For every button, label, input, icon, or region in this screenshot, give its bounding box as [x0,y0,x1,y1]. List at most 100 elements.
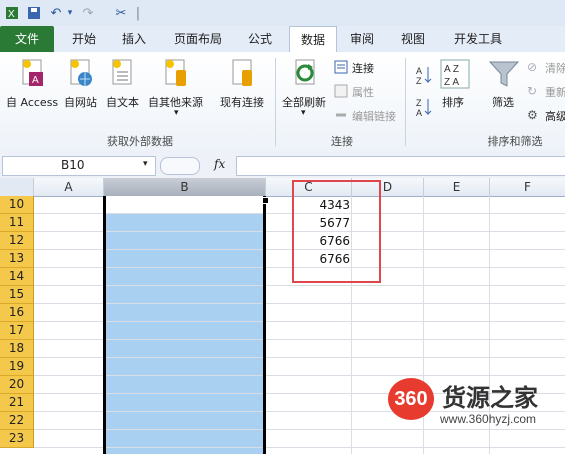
from-text-button[interactable]: 自文本 [106,94,139,110]
svg-text:Z A: Z A [444,77,459,88]
refresh-all-icon [292,58,320,93]
edit-links-button[interactable]: 编辑链接 [352,108,396,124]
excel-icon[interactable]: X [4,4,20,22]
connections-button[interactable]: 连接 [352,60,374,76]
column-header-e[interactable]: E [424,178,490,197]
advanced-button[interactable]: 高级 [545,108,565,124]
row-header[interactable]: 17 [0,322,34,340]
grid-line [34,447,565,448]
svg-text:Z: Z [416,98,422,108]
sort-descending-icon[interactable]: ZA [415,96,433,121]
svg-text:A Z: A Z [444,64,459,75]
selection-border-left [103,196,106,454]
svg-text:X: X [8,9,15,20]
tab-view[interactable]: 视图 [392,26,434,52]
grid-line [34,339,565,340]
from-access-button[interactable]: 自 Access [6,94,58,110]
from-web-button[interactable]: 自网站 [64,94,97,110]
fill-handle[interactable] [262,197,269,204]
ribbon-tab-row: 文件 开始 插入 页面布局 公式 数据 审阅 视图 开发工具 [0,26,565,53]
group-divider [275,58,276,146]
grid-line [34,357,565,358]
grid-line [34,303,565,304]
name-box[interactable]: B10 ▾ [2,156,156,176]
tab-file[interactable]: 文件 [0,26,54,52]
sort-button[interactable]: 排序 [442,94,464,110]
tab-developer[interactable]: 开发工具 [446,26,510,52]
insert-function-icon[interactable]: fx [214,157,225,171]
reapply-button[interactable]: 重新 [545,84,565,100]
tab-data[interactable]: 数据 [289,26,337,53]
title-bar: X ↶ ▾ ↷ ✂ | [0,0,565,27]
undo-icon[interactable]: ↶ [48,4,64,22]
other-sources-dropdown-icon[interactable]: ▾ [174,108,179,118]
redo-icon[interactable]: ↷ [80,4,96,22]
group-label-connections: 连接 [331,135,353,148]
toolbar-separator: | [135,5,141,21]
row-header[interactable]: 18 [0,340,34,358]
svg-text:A: A [416,66,422,76]
filter-button[interactable]: 筛选 [492,94,514,110]
watermark-title: 货源之家 [442,384,538,412]
annotation-highlight-box [292,180,381,283]
row-header[interactable]: 11 [0,214,34,232]
svg-text:Z: Z [416,76,422,86]
connections-icon [334,60,348,77]
row-header[interactable]: 16 [0,304,34,322]
grid-line [34,375,565,376]
row-header[interactable]: 23 [0,430,34,448]
undo-dropdown-icon[interactable]: ▾ [65,4,75,22]
reapply-icon: ↻ [527,84,538,98]
sort-ascending-icon[interactable]: AZ [415,64,433,89]
clear-filter-icon: ⊘ [527,60,538,74]
column-header-b[interactable]: B [104,178,266,197]
other-sources-icon [163,58,189,93]
column-header-a[interactable]: A [34,178,104,197]
row-header[interactable]: 19 [0,358,34,376]
tab-home[interactable]: 开始 [62,26,106,52]
sort-dialog-icon: A Z Z A [440,58,470,93]
save-icon[interactable] [26,4,42,22]
select-all-corner[interactable] [0,178,34,197]
row-header[interactable]: 15 [0,286,34,304]
tab-insert[interactable]: 插入 [112,26,156,52]
grid-line [34,285,565,286]
row-header[interactable]: 20 [0,376,34,394]
tab-review[interactable]: 审阅 [341,26,383,52]
tab-page-layout[interactable]: 页面布局 [164,26,232,52]
tab-formulas[interactable]: 公式 [238,26,282,52]
properties-icon [334,84,348,101]
selection-highlight [104,214,265,454]
svg-text:A: A [32,75,39,86]
formula-bar-grip[interactable] [160,157,200,175]
group-divider [405,58,406,146]
customize-tools-icon[interactable]: ✂ [112,4,130,22]
name-box-dropdown-icon[interactable]: ▾ [143,159,148,169]
existing-connections-button[interactable]: 现有连接 [220,94,264,110]
selection-border-right [263,196,266,454]
svg-text:A: A [416,108,422,118]
filter-icon [488,58,520,93]
row-header[interactable]: 12 [0,232,34,250]
clear-button[interactable]: 清除 [545,60,565,76]
row-header[interactable]: 22 [0,412,34,430]
group-label-sort-filter: 排序和筛选 [487,135,543,148]
grid-line [34,429,565,430]
properties-button[interactable]: 属性 [352,84,374,100]
watermark-logo: 360 [388,378,434,420]
formula-input[interactable] [236,156,565,176]
row-header[interactable]: 21 [0,394,34,412]
column-header-f[interactable]: F [490,178,565,197]
group-label-external-data: 获取外部数据 [107,135,173,148]
active-cell[interactable] [104,196,265,213]
row-header[interactable]: 10 [0,196,34,214]
row-header[interactable]: 13 [0,250,34,268]
web-icon [68,58,94,93]
advanced-filter-icon: ⚙ [527,108,538,122]
name-box-value: B10 [61,158,85,172]
row-header[interactable]: 14 [0,268,34,286]
edit-links-icon [334,108,348,125]
watermark-url: www.360hyzj.com [440,412,537,426]
text-file-icon [110,58,136,93]
refresh-all-dropdown-icon[interactable]: ▾ [301,108,306,118]
